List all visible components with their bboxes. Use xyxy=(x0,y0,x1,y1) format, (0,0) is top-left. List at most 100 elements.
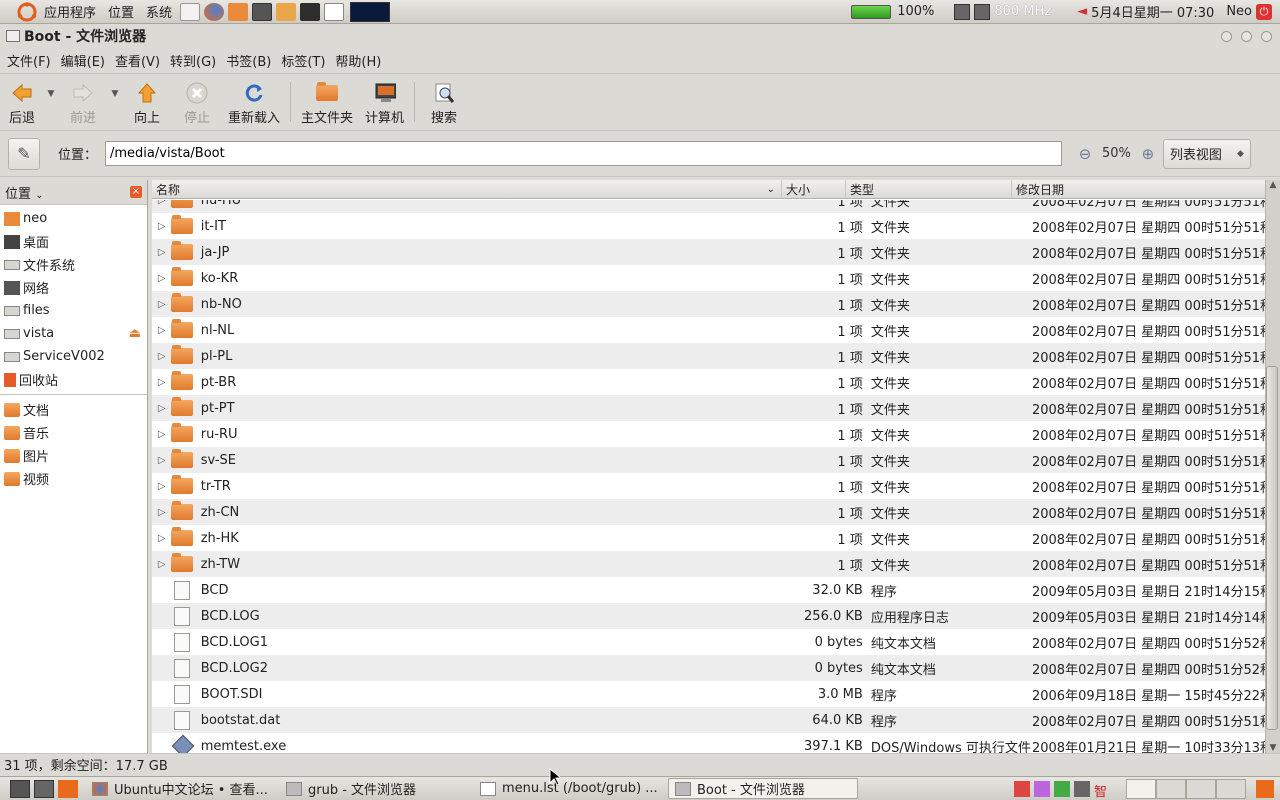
menu-tabs[interactable]: 标签(T) xyxy=(276,51,330,70)
file-row[interactable]: ▷ zh-CN 1 项文件夹 2008年02月07日 星期四 00时51分51秒 xyxy=(152,499,1265,525)
system-menu[interactable]: 系统 xyxy=(140,2,178,21)
clock[interactable]: 5月4日星期一 07:30 xyxy=(1091,2,1214,21)
expander-triangle-icon[interactable]: ▷ xyxy=(152,200,171,206)
file-row[interactable]: ▷ it-IT 1 项文件夹 2008年02月07日 星期四 00时51分51秒 xyxy=(152,213,1265,239)
firefox-launcher-icon[interactable] xyxy=(204,2,225,21)
editor-launcher-icon[interactable] xyxy=(324,2,345,21)
sidebar-item-servicev002[interactable]: ServiceV002 xyxy=(0,345,147,368)
back-history-dropdown[interactable]: ▼ xyxy=(44,72,58,116)
qq-icon[interactable] xyxy=(1014,780,1030,797)
tray-icons[interactable]: 智 xyxy=(1014,780,1110,800)
files-launcher-icon[interactable] xyxy=(276,2,297,21)
back-button[interactable]: 后退 xyxy=(0,82,44,126)
up-button[interactable]: 向上 xyxy=(122,82,172,126)
column-modified-header[interactable]: 修改日期 xyxy=(1012,180,1265,199)
username[interactable]: Neo xyxy=(1226,4,1252,19)
expander-triangle-icon[interactable]: ▷ xyxy=(152,429,171,440)
sidebar-item-files[interactable]: files xyxy=(0,299,147,322)
expander-triangle-icon[interactable]: ▷ xyxy=(152,507,171,518)
terminal-launcher-icon[interactable] xyxy=(300,2,321,21)
file-row[interactable]: ▷ zh-HK 1 项文件夹 2008年02月07日 星期四 00时51分51秒 xyxy=(152,525,1265,551)
menu-edit[interactable]: 编辑(E) xyxy=(56,51,110,70)
eject-icon[interactable]: ⏏ xyxy=(129,326,141,341)
forward-history-dropdown[interactable]: ▼ xyxy=(108,72,122,116)
power-icon[interactable]: ⏻ xyxy=(1256,3,1272,20)
sidebar-item-文件系统[interactable]: 文件系统 xyxy=(0,253,147,276)
ubuntu-logo-icon[interactable] xyxy=(16,1,38,23)
sidebar-type-select[interactable]: 位置 ⌄ xyxy=(5,183,44,202)
taskbar-button[interactable]: grub - 文件浏览器 xyxy=(280,778,470,799)
sidebar-item-桌面[interactable]: 桌面 xyxy=(0,230,147,253)
search-button[interactable]: 搜索 xyxy=(419,82,469,126)
input-method-icon[interactable]: 智 xyxy=(1094,781,1110,800)
expander-triangle-icon[interactable]: ▷ xyxy=(152,273,171,284)
menu-view[interactable]: 查看(V) xyxy=(110,51,165,70)
file-row[interactable]: BOOT.SDI 3.0 MB 程序 2006年09月18日 星期一 15时45分22… xyxy=(152,681,1265,707)
file-row[interactable]: ▷ nb-NO 1 项文件夹 2008年02月07日 星期四 00时51分51秒 xyxy=(152,291,1265,317)
file-row[interactable]: BCD.LOG 256.0 KB 应用程序日志 2009年05月03日 星期日 21时… xyxy=(152,603,1265,629)
file-row[interactable]: memtest.exe 397.1 KB DOS/Windows 可执行文件 2008… xyxy=(152,733,1265,753)
flower-icon[interactable] xyxy=(1034,780,1050,797)
sidebar-item-文档[interactable]: 文档 xyxy=(0,398,147,421)
column-size-header[interactable]: 大小 xyxy=(782,180,846,199)
zoom-out-icon[interactable]: ⊖ xyxy=(1074,143,1096,165)
expander-triangle-icon[interactable]: ▷ xyxy=(152,221,171,232)
file-row[interactable]: ▷ sv-SE 1 项文件夹 2008年02月07日 星期四 00时51分51秒 xyxy=(152,447,1265,473)
volume-icon[interactable]: ◄ xyxy=(1077,4,1087,19)
computer-button[interactable]: 计算机 xyxy=(359,82,410,126)
file-row[interactable]: BCD 32.0 KB 程序 2009年05月03日 星期日 21时14分15秒 xyxy=(152,577,1265,603)
sidebar-item-vista[interactable]: vista ⏏ xyxy=(0,322,147,345)
applications-menu[interactable]: 应用程序 xyxy=(38,2,102,21)
expander-triangle-icon[interactable]: ▷ xyxy=(152,403,171,414)
zoom-in-icon[interactable]: ⊕ xyxy=(1137,143,1159,165)
file-row[interactable]: bootstat.dat 64.0 KB 程序 2008年02月07日 星期四 00时… xyxy=(152,707,1265,733)
stop-button[interactable]: 停止 xyxy=(172,82,222,126)
window-titlebar[interactable]: Boot - 文件浏览器 xyxy=(0,24,1280,48)
sidebar-item-回收站[interactable]: 回收站 xyxy=(0,368,147,391)
file-row[interactable]: ▷ pt-BR 1 项文件夹 2008年02月07日 星期四 00时51分51秒 xyxy=(152,369,1265,395)
column-name-header[interactable]: 名称 ⌄ xyxy=(152,180,782,199)
taskbar-button[interactable]: Boot - 文件浏览器 xyxy=(668,778,858,799)
battery-icon[interactable] xyxy=(851,4,892,19)
file-row[interactable]: ▷ hu-HU 1 项文件夹 2008年02月07日 星期四 00时51分51秒 xyxy=(152,200,1265,213)
taskbar-button[interactable]: menu.lst (/boot/grub) ... xyxy=(474,778,664,799)
search-tool-icon[interactable] xyxy=(58,779,78,798)
file-row[interactable]: BCD.LOG2 0 bytes 纯文本文档 2008年02月07日 星期四 00时5… xyxy=(152,655,1265,681)
sidebar-item-neo[interactable]: neo xyxy=(0,207,147,230)
expander-triangle-icon[interactable]: ▷ xyxy=(152,559,171,570)
folder-launcher-icon[interactable] xyxy=(228,2,249,21)
file-row[interactable]: ▷ ru-RU 1 项文件夹 2008年02月07日 星期四 00时51分51秒 xyxy=(152,421,1265,447)
taskbar-button[interactable]: Ubuntu中文论坛 • 查看... xyxy=(86,778,276,799)
sidebar-item-网络[interactable]: 网络 xyxy=(0,276,147,299)
screenshot-icon[interactable] xyxy=(34,779,54,798)
expander-triangle-icon[interactable]: ▷ xyxy=(152,299,171,310)
file-row[interactable]: ▷ ja-JP 1 项文件夹 2008年02月07日 星期四 00时51分51秒 xyxy=(152,239,1265,265)
close-button[interactable] xyxy=(1261,30,1272,42)
expander-triangle-icon[interactable]: ▷ xyxy=(152,455,171,466)
monitor-launcher-icon[interactable] xyxy=(252,2,273,21)
menu-go[interactable]: 转到(G) xyxy=(165,51,221,70)
scrollbar-thumb[interactable] xyxy=(1266,366,1278,730)
file-row[interactable]: ▷ nl-NL 1 项文件夹 2008年02月07日 星期四 00时51分51秒 xyxy=(152,317,1265,343)
expander-triangle-icon[interactable]: ▷ xyxy=(152,533,171,544)
maximize-button[interactable] xyxy=(1241,30,1252,42)
file-row[interactable]: ▷ pt-PT 1 项文件夹 2008年02月07日 星期四 00时51分51秒 xyxy=(152,395,1265,421)
expander-triangle-icon[interactable]: ▷ xyxy=(152,247,171,258)
view-mode-select[interactable]: 列表视图 ◆ xyxy=(1162,138,1251,169)
close-sidebar-icon[interactable]: × xyxy=(130,186,142,198)
file-row[interactable]: ▷ zh-TW 1 项文件夹 2008年02月07日 星期四 00时51分51秒 xyxy=(152,551,1265,577)
sidebar-item-音乐[interactable]: 音乐 xyxy=(0,421,147,444)
expander-triangle-icon[interactable]: ▷ xyxy=(152,481,171,492)
sidebar-item-视频[interactable]: 视频 xyxy=(0,467,147,490)
file-row[interactable]: ▷ tr-TR 1 项文件夹 2008年02月07日 星期四 00时51分51秒 xyxy=(152,473,1265,499)
places-menu[interactable]: 位置 xyxy=(102,2,140,21)
minimize-button[interactable] xyxy=(1221,30,1232,42)
network-tray-icon[interactable] xyxy=(1074,780,1090,797)
menu-bookmarks[interactable]: 书签(B) xyxy=(221,51,276,70)
file-row[interactable]: ▷ ko-KR 1 项文件夹 2008年02月07日 星期四 00时51分51秒 xyxy=(152,265,1265,291)
menu-help[interactable]: 帮助(H) xyxy=(330,51,386,70)
trash-tray-icon[interactable] xyxy=(1256,779,1274,798)
home-button[interactable]: 主文件夹 xyxy=(295,82,359,126)
show-desktop-icon[interactable] xyxy=(10,779,30,798)
expander-triangle-icon[interactable]: ▷ xyxy=(152,377,171,388)
